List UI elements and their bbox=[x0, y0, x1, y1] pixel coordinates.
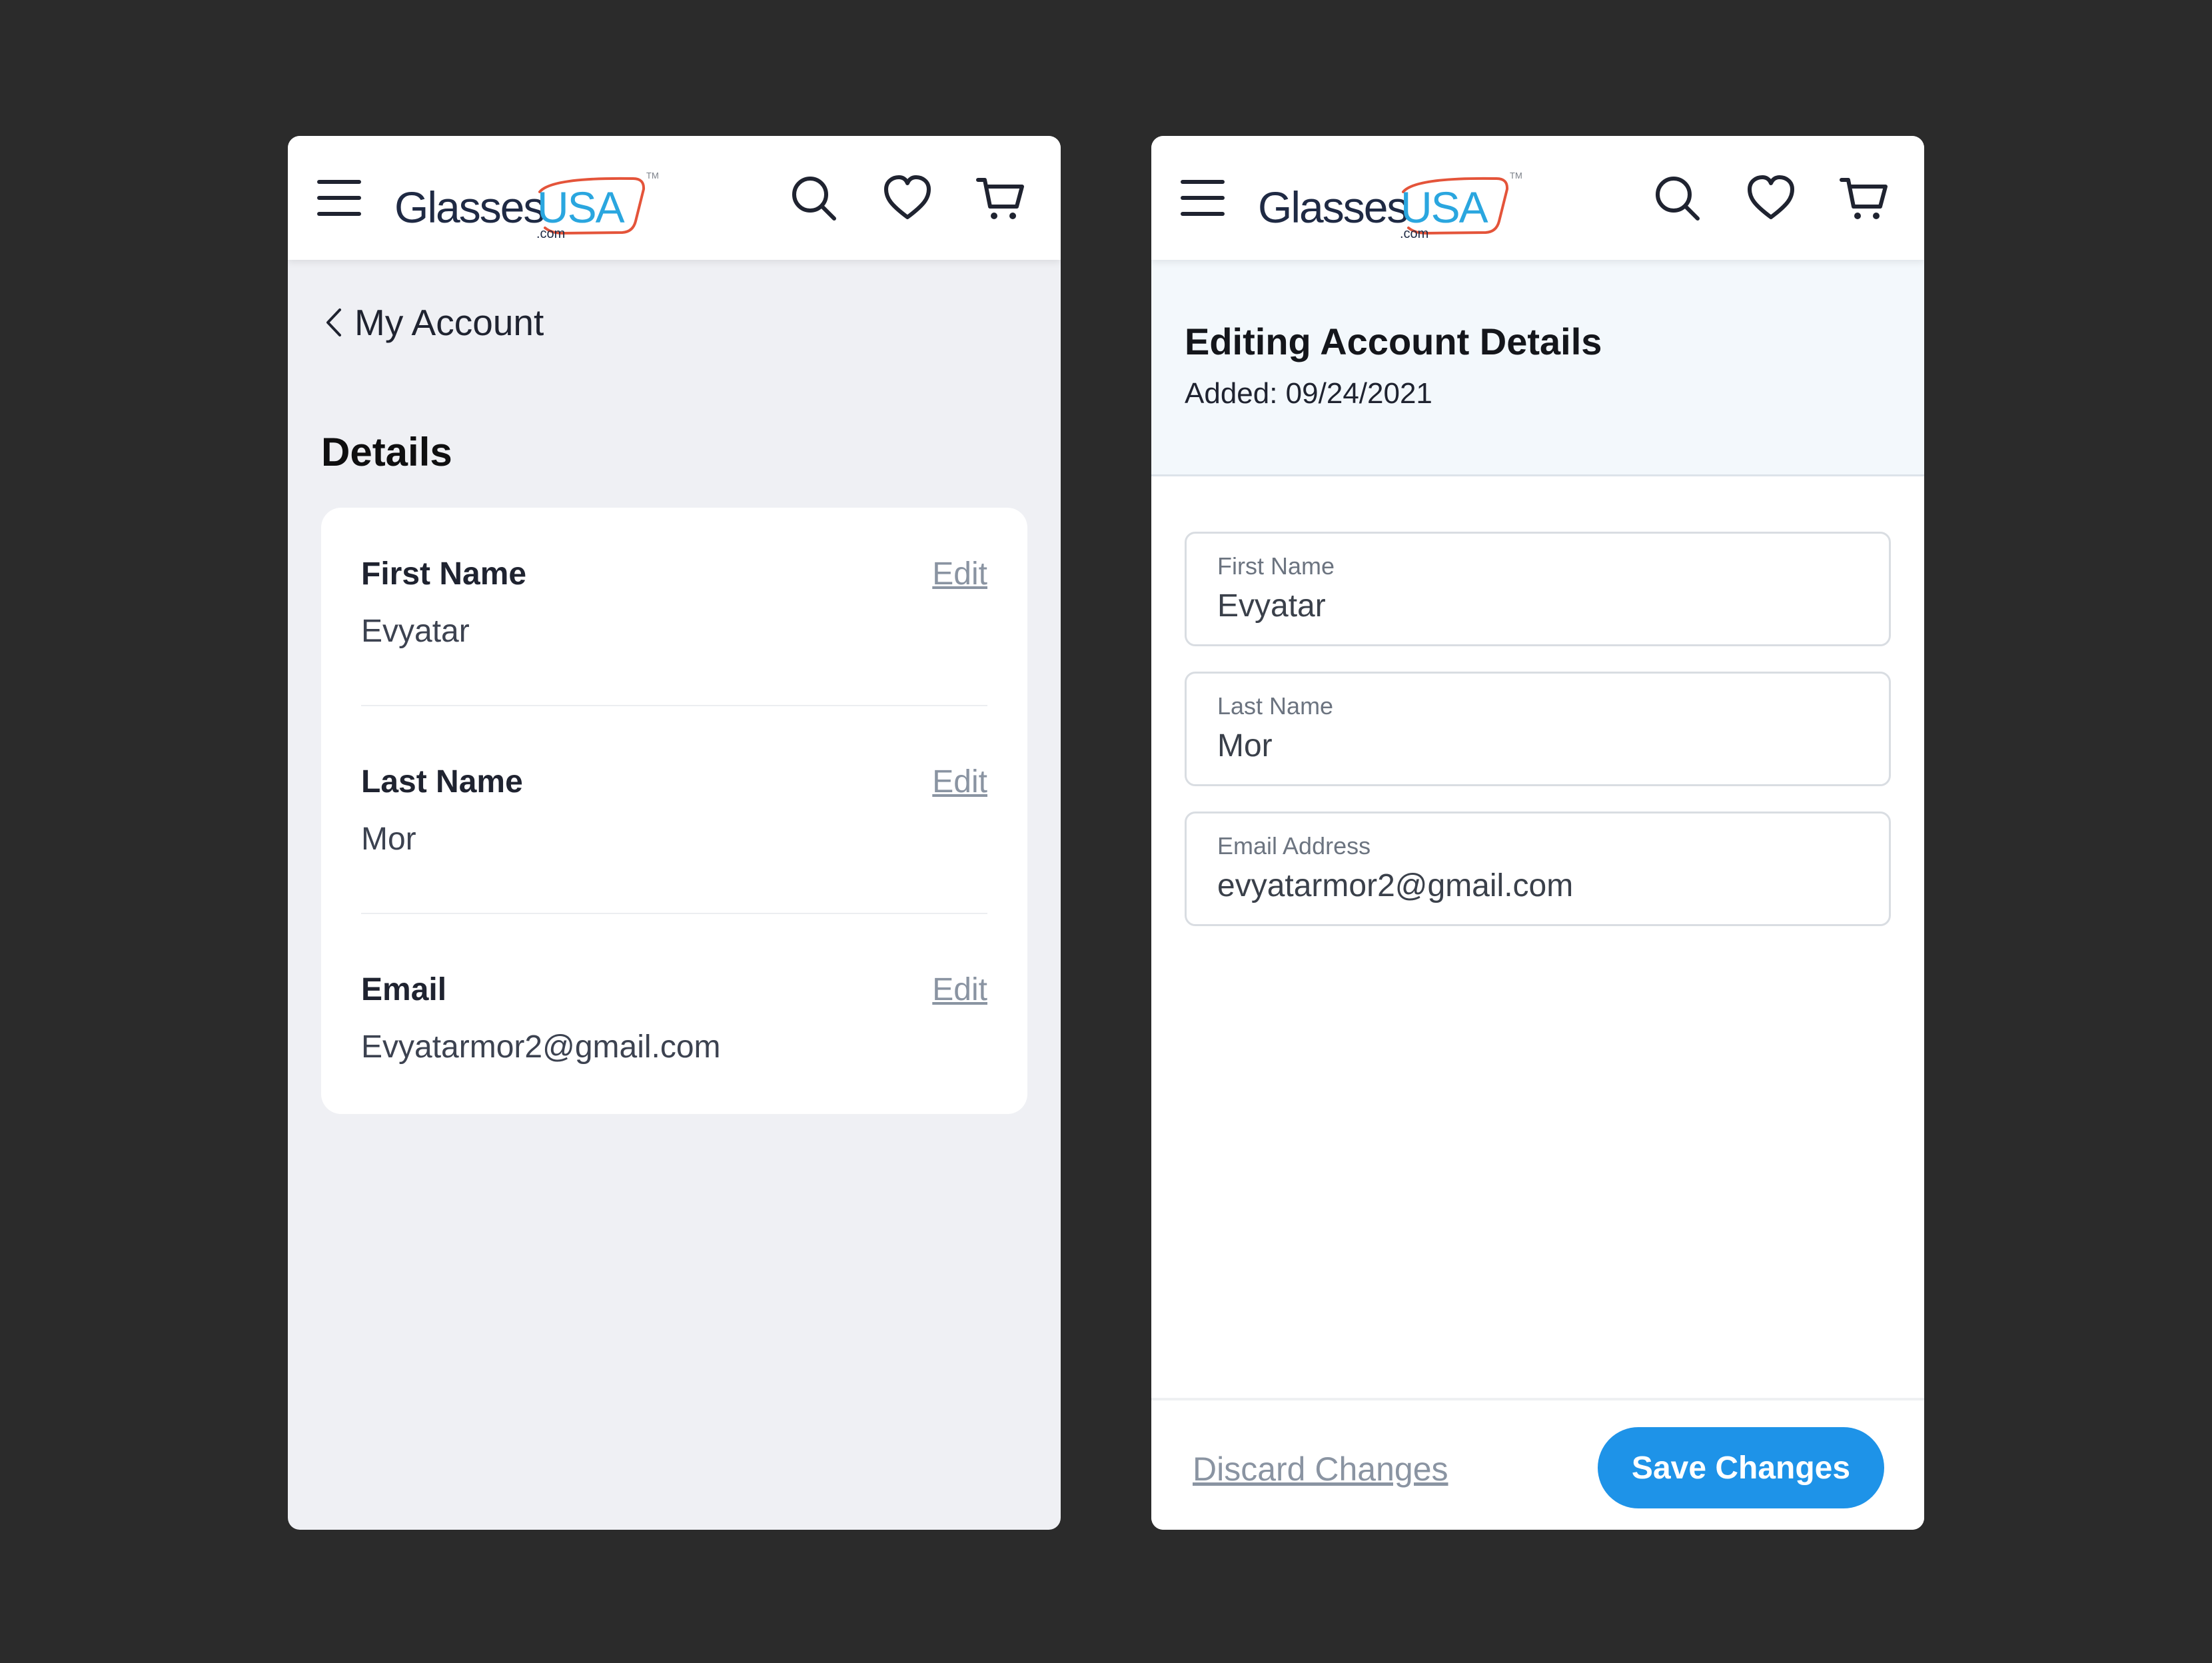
detail-label: Last Name bbox=[361, 764, 523, 800]
heart-icon[interactable] bbox=[882, 173, 933, 224]
field-label: Email Address bbox=[1217, 832, 1371, 859]
page-title: Editing Account Details bbox=[1185, 320, 1602, 362]
edit-banner: Editing Account Details Added: 09/24/202… bbox=[1151, 260, 1924, 476]
email-field[interactable]: Email Address bbox=[1185, 812, 1891, 926]
field-label: Last Name bbox=[1217, 692, 1334, 720]
app-header: Glasses USA .com TM bbox=[288, 136, 1061, 260]
back-label: My Account bbox=[354, 302, 544, 343]
glassesusa-logo[interactable]: Glasses USA .com TM bbox=[394, 163, 674, 243]
save-changes-button[interactable]: Save Changes bbox=[1598, 1427, 1884, 1508]
email-input[interactable] bbox=[1217, 864, 1857, 907]
section-title: Details bbox=[321, 430, 452, 474]
detail-label: First Name bbox=[361, 556, 527, 592]
logo-text-usa: USA bbox=[537, 183, 625, 232]
edit-first-name-link[interactable]: Edit bbox=[932, 556, 987, 592]
last-name-input[interactable] bbox=[1217, 724, 1857, 767]
logo-text-com: .com bbox=[536, 227, 565, 241]
detail-value: Evyatar bbox=[361, 614, 470, 649]
divider bbox=[361, 913, 987, 914]
logo-text-glasses: Glasses bbox=[1258, 183, 1407, 232]
first-name-field[interactable]: First Name bbox=[1185, 532, 1891, 646]
glassesusa-logo[interactable]: Glasses USA .com TM bbox=[1258, 163, 1538, 243]
details-card: First Name Edit Evyatar Last Name Edit M… bbox=[321, 508, 1027, 1114]
edit-email-link[interactable]: Edit bbox=[932, 971, 987, 1008]
cart-icon[interactable] bbox=[1839, 173, 1890, 224]
search-icon[interactable] bbox=[789, 173, 839, 224]
detail-value: Evyatarmor2@gmail.com bbox=[361, 1029, 721, 1065]
logo-tm: TM bbox=[646, 171, 659, 181]
menu-icon[interactable] bbox=[317, 180, 361, 216]
logo-text-glasses: Glasses bbox=[394, 183, 544, 232]
added-date: Added: 09/24/2021 bbox=[1185, 377, 1432, 410]
action-footer: Discard Changes Save Changes bbox=[1151, 1398, 1924, 1530]
last-name-field[interactable]: Last Name bbox=[1185, 672, 1891, 786]
logo-text-com: .com bbox=[1400, 227, 1428, 241]
heart-icon[interactable] bbox=[1746, 173, 1796, 224]
edit-last-name-link[interactable]: Edit bbox=[932, 764, 987, 800]
discard-changes-link[interactable]: Discard Changes bbox=[1193, 1450, 1448, 1488]
edit-account-screen: Glasses USA .com TM Editing Account Deta… bbox=[1151, 136, 1924, 1530]
field-label: First Name bbox=[1217, 552, 1335, 580]
first-name-input[interactable] bbox=[1217, 584, 1857, 627]
logo-tm: TM bbox=[1510, 171, 1522, 181]
account-details-screen: Glasses USA .com TM My Account Details F… bbox=[288, 136, 1061, 1530]
app-header: Glasses USA .com TM bbox=[1151, 136, 1924, 260]
back-to-my-account[interactable]: My Account bbox=[322, 296, 544, 349]
search-icon[interactable] bbox=[1652, 173, 1703, 224]
cart-icon[interactable] bbox=[975, 173, 1026, 224]
detail-label: Email bbox=[361, 972, 447, 1007]
chevron-left-icon bbox=[326, 308, 341, 336]
detail-value: Mor bbox=[361, 822, 416, 857]
divider bbox=[361, 705, 987, 706]
logo-text-usa: USA bbox=[1400, 183, 1488, 232]
menu-icon[interactable] bbox=[1181, 180, 1225, 216]
